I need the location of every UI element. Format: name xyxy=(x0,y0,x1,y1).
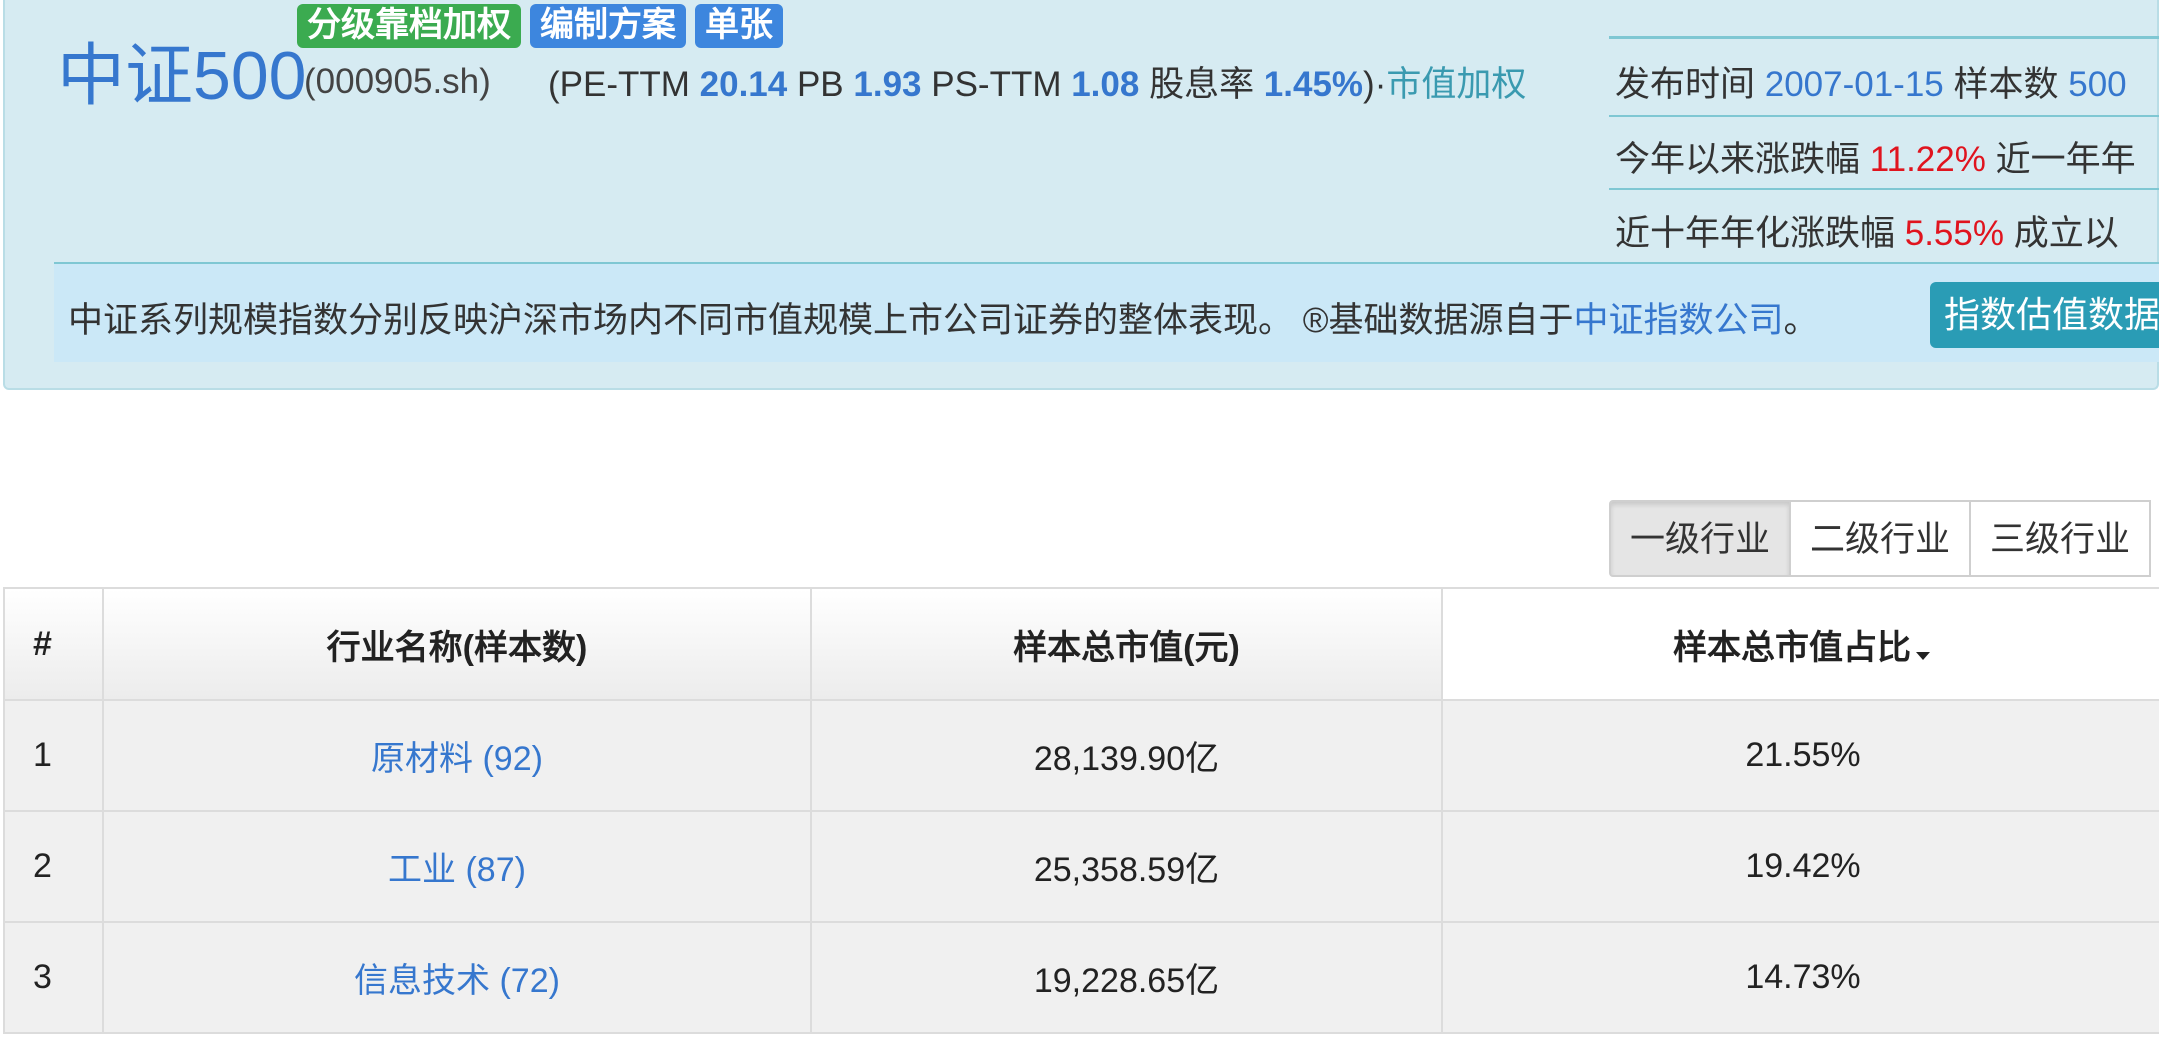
index-description-bar: 中证系列规模指数分别反映沪深市场内不同市值规模上市公司证券的整体表现。 ®基础数… xyxy=(54,262,2159,362)
pb-value: 1.93 xyxy=(853,65,922,104)
market-cap-cell: 25,358.59亿 xyxy=(810,810,1443,923)
table-row: 2 工业 (87) 25,358.59亿 19.42% xyxy=(3,810,2159,923)
info-divider xyxy=(1609,115,2159,117)
info-row-ten-year: 近十年年化涨跌幅 5.55% 成立以 xyxy=(1615,214,2119,253)
index-code: (000905.sh) xyxy=(304,62,491,101)
market-cap-cell: 19,228.65亿 xyxy=(810,921,1443,1034)
valuation-metrics: (PE-TTM 20.14 PB 1.93 PS-TTM 1.08 股息率 1.… xyxy=(548,65,1527,104)
index-title: 中证500 xyxy=(57,38,307,114)
sort-desc-icon xyxy=(1916,651,1930,660)
column-header-industry[interactable]: 行业名称(样本数) xyxy=(102,587,812,701)
industry-table: # 行业名称(样本数) 样本总市值(元) 样本总市值占比 1 原材料 (92) … xyxy=(3,587,2159,1034)
row-index: 3 xyxy=(3,921,104,1034)
dividend-yield-value: 1.45% xyxy=(1263,65,1364,104)
ten-year-annualized-change: 5.55% xyxy=(1904,214,2004,253)
tab-level-2-industry[interactable]: 二级行业 xyxy=(1789,500,1972,577)
index-description: 中证系列规模指数分别反映沪深市场内不同市值规模上市公司证券的整体表现。 ®基础数… xyxy=(68,301,1819,340)
market-cap-share-cell: 21.55% xyxy=(1441,699,2159,812)
pe-ttm-value: 20.14 xyxy=(699,65,788,104)
info-row-publish: 发布时间 2007-01-15 样本数 500 xyxy=(1615,65,2127,104)
table-row: 3 信息技术 (72) 19,228.65亿 14.73% xyxy=(3,921,2159,1034)
weighting-link[interactable]: 市值加权 xyxy=(1386,65,1526,104)
weighting-scheme-badge[interactable]: 分级靠档加权 xyxy=(297,4,521,48)
row-index: 1 xyxy=(3,699,104,812)
market-cap-share-cell: 14.73% xyxy=(1441,921,2159,1034)
table-header-row: # 行业名称(样本数) 样本总市值(元) 样本总市值占比 xyxy=(3,587,2159,701)
industry-link[interactable]: 原材料 (92) xyxy=(371,740,543,778)
tab-level-1-industry[interactable]: 一级行业 xyxy=(1609,500,1792,577)
market-cap-share-cell: 19.42% xyxy=(1441,810,2159,923)
badge-group: 分级靠档加权 编制方案 单张 xyxy=(297,4,783,48)
row-index: 2 xyxy=(3,810,104,923)
column-header-market-cap-share[interactable]: 样本总市值占比 xyxy=(1441,587,2159,701)
sample-count: 500 xyxy=(2068,65,2127,104)
ytd-change: 11.22% xyxy=(1869,140,1986,179)
valuation-calc-button[interactable]: 指数估值数据计算 xyxy=(1930,282,2159,348)
info-top-divider xyxy=(1609,36,2159,39)
ps-ttm-value: 1.08 xyxy=(1071,65,1140,104)
info-divider xyxy=(1609,188,2159,190)
column-header-market-cap[interactable]: 样本总市值(元) xyxy=(810,587,1443,701)
factsheet-badge[interactable]: 单张 xyxy=(695,4,783,48)
column-header-index: # xyxy=(3,587,104,701)
industry-level-tabs: 一级行业 二级行业 三级行业 xyxy=(1609,500,2152,577)
tab-level-3-industry[interactable]: 三级行业 xyxy=(1969,500,2152,577)
index-header-panel: 分级靠档加权 编制方案 单张 中证500 (000905.sh) (PE-TTM… xyxy=(3,0,2159,390)
methodology-badge[interactable]: 编制方案 xyxy=(530,4,686,48)
info-row-ytd: 今年以来涨跌幅 11.22% 近一年年 xyxy=(1615,140,2136,179)
csindex-link[interactable]: 中证指数公司 xyxy=(1574,301,1784,340)
market-cap-cell: 28,139.90亿 xyxy=(810,699,1443,812)
industry-link[interactable]: 工业 (87) xyxy=(388,851,526,889)
publish-date: 2007-01-15 xyxy=(1764,65,1944,104)
table-row: 1 原材料 (92) 28,139.90亿 21.55% xyxy=(3,699,2159,812)
industry-link[interactable]: 信息技术 (72) xyxy=(354,962,560,1000)
